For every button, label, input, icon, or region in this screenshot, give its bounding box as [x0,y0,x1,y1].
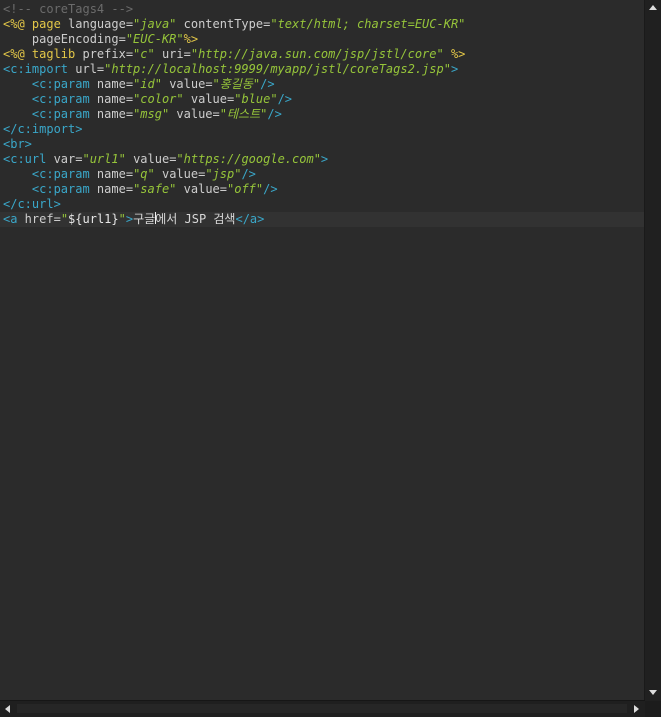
code-line[interactable]: <br> [3,137,32,152]
code-token: "id" [133,77,162,91]
code-token: "q" [133,167,155,181]
code-token: var= [46,152,83,166]
code-token: <c:param [3,167,90,181]
code-token: <c:param [3,92,90,106]
code-token: <!-- coreTags4 --> [3,2,134,16]
code-token: </c:url> [3,197,61,211]
code-token: "https://google.com" [176,152,321,166]
code-line[interactable]: <c:param name="id" value="홍길동"/> [3,77,275,92]
arrow-down-icon[interactable] [649,690,657,695]
code-editor[interactable]: <!-- coreTags4 --> <%@ page language="jav… [0,0,645,701]
code-token: </c:import> [3,122,83,136]
code-token: /> [260,77,275,91]
code-token: value= [125,152,177,166]
code-token: "http://localhost:9999/myapp/jstl/coreTa… [104,62,451,76]
code-token: contentType= [176,17,271,31]
code-token: <%@ page [3,17,61,31]
code-token: > [450,62,459,76]
code-token: "msg" [133,107,170,121]
code-token: <c:import [3,62,69,76]
code-token: 구글 [133,212,156,226]
horizontal-scrollbar[interactable] [0,700,645,717]
arrow-up-icon[interactable] [649,5,657,10]
code-token: <c:url [3,152,47,166]
code-token: "테스트" [219,107,268,121]
code-token: name= [89,77,134,91]
code-line[interactable]: <c:url var="url1" value="https://google.… [3,152,328,167]
horizontal-scroll-track[interactable] [17,704,627,713]
arrow-left-icon[interactable] [5,705,10,713]
code-line[interactable]: <%@ taglib prefix="c" uri="http://java.s… [3,47,465,62]
code-line[interactable]: <a href="${url1}">구글에서 JSP 검색</a> [0,212,645,227]
code-token: <br> [3,137,32,151]
code-token: pageEncoding= [3,32,126,46]
vertical-scrollbar[interactable] [644,0,661,701]
code-token: /> [241,167,256,181]
code-token: > [320,152,329,166]
code-line[interactable]: <c:import url="http://localhost:9999/mya… [3,62,458,77]
code-token: <c:param [3,107,90,121]
code-token: 에서 JSP 검색 [155,212,236,226]
code-line[interactable]: <c:param name="safe" value="off"/> [3,182,278,197]
code-token: "off" [227,182,264,196]
code-token: " [60,212,69,226]
code-token: "http://java.sun.com/jsp/jstl/core" [190,47,444,61]
code-token: "홍길동" [212,77,261,91]
code-token: name= [89,167,134,181]
code-token: " [118,212,126,226]
code-line[interactable]: pageEncoding="EUC-KR"%> [3,32,198,47]
code-token: language= [60,17,134,31]
code-token: "jsp" [205,167,242,181]
code-token: "color" [133,92,184,106]
code-token: /> [277,92,293,106]
code-token: name= [89,92,134,106]
code-token: %> [183,32,199,46]
code-line[interactable]: </c:url> [3,197,61,212]
code-token: "safe" [133,182,177,196]
code-token: "blue" [234,92,278,106]
code-token: prefix= [75,47,134,61]
code-line[interactable]: </c:import> [3,122,82,137]
code-token: href= [17,212,61,226]
code-token: "text/html; charset=EUC-KR" [270,17,466,31]
code-token: value= [176,182,227,196]
code-token: value= [154,167,206,181]
code-token: ${url1} [68,212,119,226]
code-token: "EUC-KR" [125,32,184,46]
code-token: "url1" [82,152,126,166]
code-token: <c:param [3,182,90,196]
code-token: <c:param [3,77,90,91]
code-line[interactable]: <c:param name="msg" value="테스트"/> [3,107,282,122]
code-token: <%@ taglib [3,47,76,61]
code-token: %> [443,47,466,61]
code-line[interactable]: <c:param name="q" value="jsp"/> [3,167,256,182]
code-token: value= [169,107,220,121]
code-token: value= [183,92,235,106]
code-token: /> [263,182,278,196]
code-token: url= [68,62,105,76]
code-token: "c" [133,47,155,61]
code-line[interactable]: <!-- coreTags4 --> [3,2,133,17]
code-line[interactable]: <%@ page language="java" contentType="te… [3,17,465,32]
arrow-right-icon[interactable] [634,705,639,713]
scrollbar-corner [645,701,661,717]
code-line[interactable]: <c:param name="color" value="blue"/> [3,92,292,107]
code-token: > [125,212,134,226]
code-token: uri= [154,47,191,61]
code-token: name= [89,182,134,196]
code-token: name= [89,107,134,121]
code-token: "java" [133,17,177,31]
code-token: </a> [235,212,265,226]
code-token: <a [3,212,18,226]
code-token: value= [161,77,213,91]
code-token: /> [267,107,282,121]
